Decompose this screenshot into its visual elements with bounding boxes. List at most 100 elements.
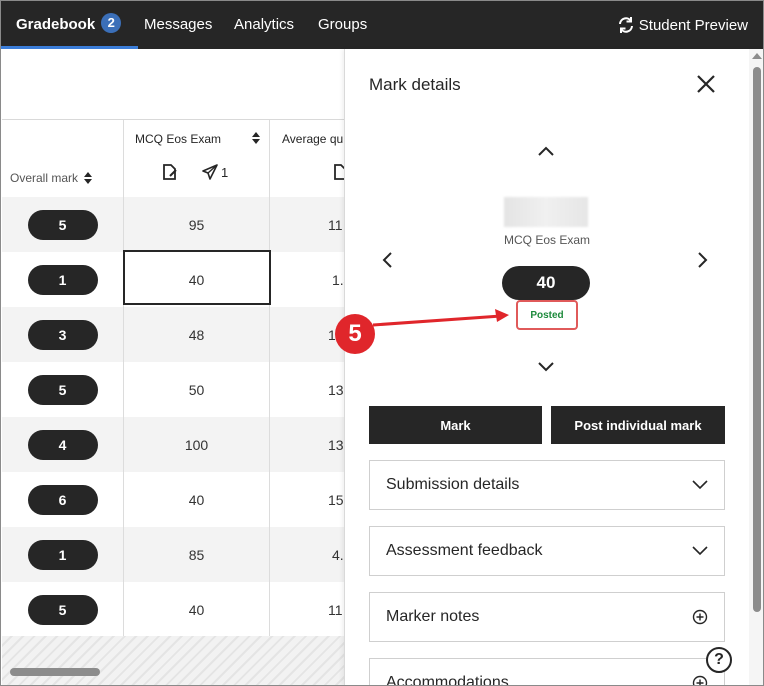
plus-circle-icon	[692, 675, 708, 685]
annotation-arrow-icon	[372, 309, 509, 327]
submission-details-section[interactable]: Submission details	[369, 460, 725, 510]
overall-mark-pill[interactable]: 3	[27, 319, 98, 350]
sort-icon[interactable]	[84, 172, 93, 184]
document-edit-icon	[163, 164, 177, 180]
average-cell: 15	[328, 491, 344, 508]
close-icon[interactable]	[695, 73, 717, 95]
section-label: Accommodations	[386, 674, 509, 686]
annotation-step-badge: 5	[335, 314, 375, 354]
table-row[interactable]: 11	[270, 197, 344, 252]
overall-mark-pill[interactable]: 5	[27, 209, 98, 240]
table-row[interactable]: 40	[124, 472, 269, 527]
table-row[interactable]: 4.8	[270, 527, 344, 582]
tab-gradebook[interactable]: Gradebook 2	[1, 1, 139, 49]
plus-circle-icon	[692, 609, 708, 625]
tab-groups[interactable]: Groups	[318, 1, 367, 49]
mcq-exam-header-icons: 1	[162, 164, 228, 180]
table-row[interactable]: 1	[270, 307, 344, 362]
mcq-cell: 85	[188, 546, 205, 563]
scroll-up-arrow-icon[interactable]	[752, 53, 762, 59]
table-row[interactable]: 100	[124, 417, 269, 472]
score-pill[interactable]: 40	[502, 266, 590, 300]
status-badge: Posted	[516, 300, 578, 330]
assessment-feedback-section[interactable]: Assessment feedback	[369, 526, 725, 576]
vertical-scrollbar-thumb[interactable]	[753, 67, 761, 612]
chevron-down-icon[interactable]	[537, 361, 555, 373]
overall-mark-pill[interactable]: 5	[27, 374, 98, 405]
table-row: 4	[2, 417, 123, 472]
help-button[interactable]: ?	[706, 647, 732, 673]
document-icon	[334, 164, 344, 180]
mcq-cell: 48	[188, 326, 205, 343]
table-row[interactable]: 85	[124, 527, 269, 582]
post-individual-mark-button[interactable]: Post individual mark	[551, 406, 725, 444]
mcq-exam-label: MCQ Eos Exam	[135, 132, 222, 146]
mcq-cell: 100	[184, 436, 209, 453]
tab-gradebook-label: Gradebook	[16, 16, 96, 33]
student-name-blurred	[504, 197, 588, 227]
mark-details-panel: Mark details MCQ Eos Exam 40 Posted Mark…	[344, 49, 763, 686]
mcq-exam-header[interactable]: MCQ Eos Exam 1	[124, 120, 269, 197]
mcq-exam-column: MCQ Eos Exam 1 95 40 48 50 100 40 85 40	[124, 120, 270, 636]
overall-mark-pill[interactable]: 5	[27, 594, 98, 625]
mark-button[interactable]: Mark	[369, 406, 542, 444]
gradebook-grid: Overall mark 5 1 3 5 4 6 1 5 MCQ Eos Exa…	[2, 49, 344, 685]
table-row: 5	[2, 362, 123, 417]
tab-analytics[interactable]: Analytics	[234, 1, 294, 49]
table-row: 5	[2, 197, 123, 252]
posted-count-value: 1	[221, 164, 229, 180]
table-row[interactable]: 40	[124, 582, 269, 637]
table-row[interactable]: 50	[124, 362, 269, 417]
posted-count: 1	[202, 164, 228, 180]
overall-mark-pill[interactable]: 1	[27, 264, 98, 295]
average-cell: 13	[328, 436, 344, 453]
chevron-up-icon[interactable]	[537, 145, 555, 157]
table-row[interactable]: 13	[270, 362, 344, 417]
mcq-cell: 50	[188, 381, 205, 398]
marker-notes-section[interactable]: Marker notes	[369, 592, 725, 642]
grid-footer-hatch	[2, 636, 344, 685]
chevron-left-icon[interactable]	[381, 251, 393, 269]
overall-mark-pill[interactable]: 4	[27, 429, 98, 460]
gradebook-count-badge: 2	[101, 13, 122, 33]
mcq-cell: 40	[188, 491, 205, 508]
table-row[interactable]: 48	[124, 307, 269, 362]
table-row: 1	[2, 252, 123, 307]
horizontal-scrollbar[interactable]	[10, 668, 100, 676]
section-label: Marker notes	[386, 608, 480, 625]
student-preview-label: Student Preview	[638, 16, 748, 34]
grid-toolbar-area	[2, 49, 344, 120]
mcq-cell: 95	[188, 216, 205, 233]
average-cell: 13	[328, 381, 344, 398]
send-icon	[202, 164, 218, 180]
item-name: MCQ Eos Exam	[503, 233, 590, 247]
average-cell: 11	[328, 601, 343, 618]
table-row: 3	[2, 307, 123, 362]
chevron-right-icon[interactable]	[697, 251, 709, 269]
table-row: 6	[2, 472, 123, 527]
overall-mark-label: Overall mark	[10, 171, 79, 185]
table-row[interactable]: 1.4	[270, 252, 344, 307]
sort-icon[interactable]	[252, 132, 260, 144]
accommodations-section[interactable]: Accommodations	[369, 658, 725, 686]
table-row[interactable]: 11	[270, 582, 344, 637]
chevron-down-icon	[692, 480, 708, 490]
refresh-icon	[618, 17, 633, 33]
average-column: Average qu 11 1.4 1 13 13 15 4.8 11	[270, 120, 344, 636]
table-row: 5	[2, 582, 123, 637]
table-row[interactable]: 13	[270, 417, 344, 472]
average-cell: 11	[328, 216, 343, 233]
student-preview-button[interactable]: Student Preview	[617, 1, 748, 49]
table-row[interactable]: 95	[124, 197, 269, 252]
overall-mark-pill[interactable]: 1	[27, 539, 98, 570]
chevron-down-icon	[692, 546, 708, 556]
overall-mark-header[interactable]: Overall mark	[2, 120, 123, 197]
overall-mark-column: Overall mark 5 1 3 5 4 6 1 5	[2, 120, 124, 636]
average-cell: 1.4	[332, 271, 344, 288]
section-label: Submission details	[386, 476, 520, 493]
overall-mark-pill[interactable]: 6	[27, 484, 98, 515]
tab-messages[interactable]: Messages	[144, 1, 212, 49]
app-window: Gradebook 2 Messages Analytics Groups Stu…	[0, 0, 764, 686]
table-row[interactable]: 15	[270, 472, 344, 527]
average-header[interactable]: Average qu	[270, 120, 344, 197]
